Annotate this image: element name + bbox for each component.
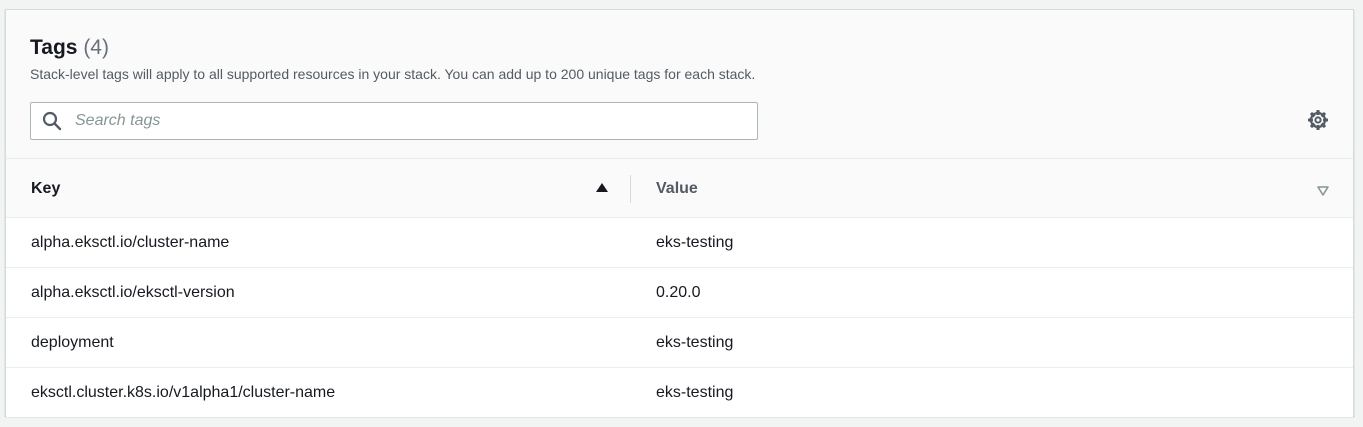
tag-key-cell: alpha.eksctl.io/eksctl-version — [6, 267, 631, 318]
tag-value-cell: eks-testing — [631, 217, 1353, 268]
tags-count: (4) — [83, 36, 109, 59]
tag-value-cell: eks-testing — [631, 367, 1353, 417]
table-row: deployment eks-testing — [6, 317, 1353, 368]
column-header-value[interactable]: Value — [631, 158, 1353, 218]
tags-description: Stack-level tags will apply to all suppo… — [30, 66, 756, 82]
tags-table: Key Value alpha.eksctl.io/cluster-name e… — [6, 158, 1353, 417]
sort-ascending-icon[interactable] — [596, 183, 608, 192]
search-tags-field[interactable] — [30, 102, 758, 140]
tag-value-cell: 0.20.0 — [631, 267, 1353, 318]
table-row: alpha.eksctl.io/cluster-name eks-testing — [6, 217, 1353, 268]
tag-key-cell: alpha.eksctl.io/cluster-name — [6, 217, 631, 268]
search-tags-input[interactable] — [73, 111, 717, 131]
tags-header: Tags (4) Stack-level tags will apply to … — [30, 34, 1329, 84]
table-row: eksctl.cluster.k8s.io/v1alpha1/cluster-n… — [6, 367, 1353, 417]
sort-icon[interactable] — [1317, 183, 1329, 196]
tags-panel: Tags (4) Stack-level tags will apply to … — [5, 9, 1354, 417]
search-icon — [42, 111, 62, 131]
tags-title: Tags (4) — [30, 34, 1329, 62]
gear-icon[interactable] — [1307, 109, 1329, 131]
column-header-value-label: Value — [656, 180, 698, 197]
tag-value-cell: eks-testing — [631, 317, 1353, 368]
column-header-key-label: Key — [31, 180, 61, 197]
tag-key-cell: eksctl.cluster.k8s.io/v1alpha1/cluster-n… — [6, 367, 631, 417]
column-header-key[interactable]: Key — [6, 158, 631, 218]
tags-title-text: Tags — [30, 36, 78, 59]
table-row: alpha.eksctl.io/eksctl-version 0.20.0 — [6, 267, 1353, 318]
table-header-row: Key Value — [6, 158, 1353, 218]
tag-key-cell: deployment — [6, 317, 631, 368]
